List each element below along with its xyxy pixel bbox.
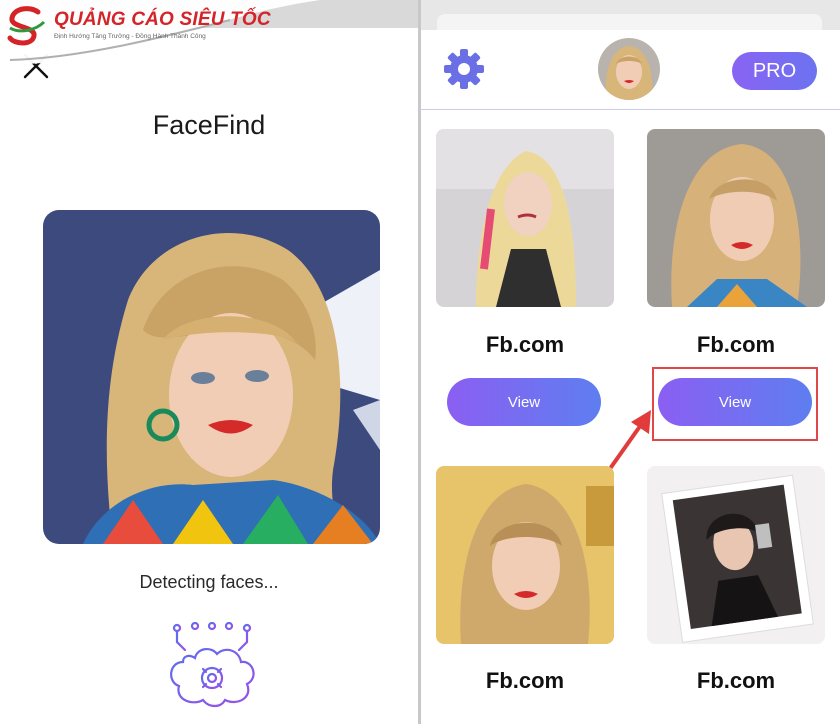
status-bar-area: [421, 0, 840, 30]
logo-brand-text: QUẢNG CÁO SIÊU TỐC: [54, 9, 271, 30]
gear-icon[interactable]: [442, 47, 486, 91]
result-image[interactable]: [647, 129, 825, 307]
result-image[interactable]: [436, 129, 614, 307]
app-title: FaceFind: [152, 110, 266, 140]
screenshot-stage: FaceFind Detecting faces... PRO Fb.com V…: [0, 0, 840, 724]
result-source: Fb.com: [696, 668, 776, 693]
pro-button[interactable]: PRO: [732, 52, 817, 90]
avatar[interactable]: [598, 38, 660, 100]
results-screen: PRO Fb.com View Fb.com View Fb.com Fb.co…: [421, 0, 840, 724]
brain-circuit-icon: [169, 622, 255, 708]
uploaded-face-photo: [43, 210, 380, 544]
result-image[interactable]: [436, 466, 614, 644]
result-image[interactable]: [647, 466, 825, 644]
highlight-annotation: [652, 367, 818, 441]
result-source: Fb.com: [696, 332, 776, 357]
watermark-logo: QUẢNG CÁO SIÊU TỐC Định Hướng Tăng Trưởn…: [0, 0, 320, 68]
detecting-status: Detecting faces...: [139, 572, 279, 592]
results-header: PRO: [421, 30, 840, 110]
scan-screen: FaceFind Detecting faces...: [0, 28, 418, 724]
view-button[interactable]: View: [447, 378, 601, 426]
logo-slogan: Định Hướng Tăng Trưởng - Đồng Hành Thành…: [54, 33, 206, 40]
result-source: Fb.com: [485, 332, 565, 357]
sheet-handle: [437, 14, 822, 30]
result-source: Fb.com: [485, 668, 565, 693]
